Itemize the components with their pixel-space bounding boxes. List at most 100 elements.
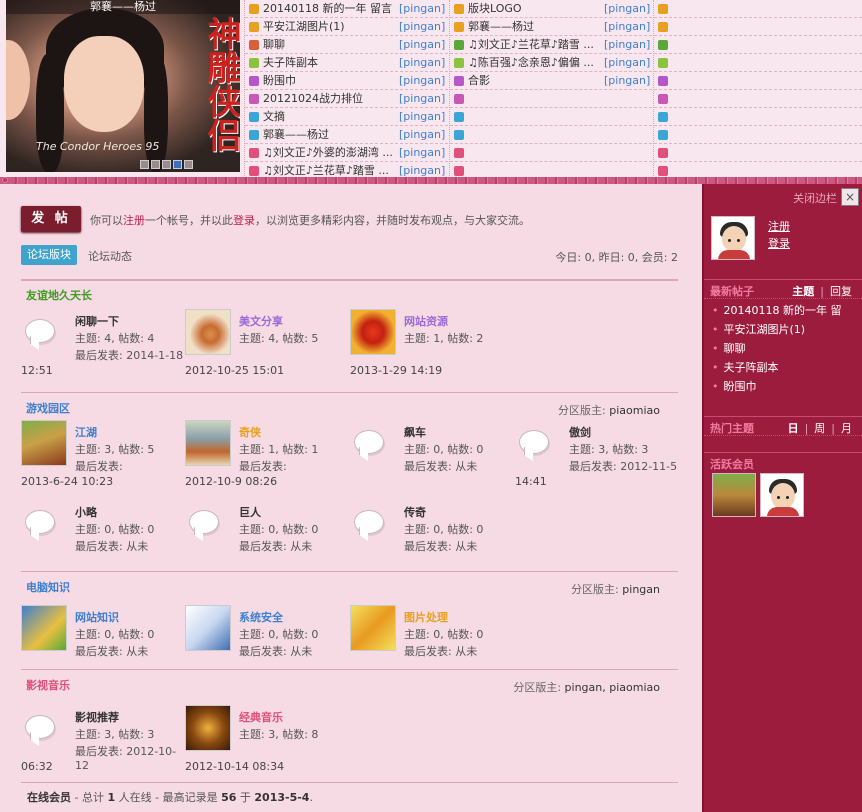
thread-author[interactable]: [pingan] [399,0,445,18]
thread-title[interactable]: 聊聊 [263,36,285,54]
sidebar-post-link[interactable]: 聊聊 [712,339,858,358]
thread-author[interactable]: [pingan] [399,108,445,126]
thread-author[interactable]: [pingan] [399,144,445,162]
thread-title[interactable]: 版块LOGO [468,0,522,18]
moderators-names[interactable]: pingan [622,583,660,596]
thread-row[interactable] [658,36,672,54]
forum-item[interactable]: 巨人 主题: 0, 帖数: 0 最后发表: 从未 [185,500,350,580]
forum-name[interactable]: 巨人 [239,504,261,520]
thread-author[interactable]: [pingan] [604,36,650,54]
forum-name[interactable]: 影视推荐 [75,709,119,725]
slideshow-dots[interactable]: 12345 [140,160,193,169]
member-avatar-2[interactable] [760,473,804,517]
thread-row[interactable] [658,18,672,36]
thread-author[interactable]: [pingan] [399,126,445,144]
thread-title[interactable]: 盼围巾 [263,72,296,90]
thread-title[interactable]: 文摘 [263,108,285,126]
forum-item[interactable]: 奇侠 主题: 1, 帖数: 1 最后发表: 2012-10-9 08:26 [185,420,350,500]
section-title[interactable]: 影视音乐 [26,677,70,693]
section-title[interactable]: 电脑知识 [26,579,70,595]
slide-dot[interactable]: 3 [162,160,171,169]
thread-row[interactable]: 夫子阵副本 [pingan] [249,54,445,72]
tab-topics[interactable]: 主题 [786,285,820,298]
thread-author[interactable]: [pingan] [399,36,445,54]
forum-name[interactable]: 傲剑 [569,424,591,440]
thread-author[interactable]: [pingan] [399,18,445,36]
forum-item[interactable]: 闲聊一下 主题: 4, 帖数: 4 最后发表: 2014-1-18 12:51 [21,309,186,389]
forum-name[interactable]: 网站资源 [404,313,448,329]
thread-title[interactable]: 20140118 新的一年 留言 [263,0,392,18]
thread-row[interactable] [658,126,672,144]
forum-name[interactable]: 系统安全 [239,609,283,625]
forum-item[interactable]: 小略 主题: 0, 帖数: 0 最后发表: 从未 [21,500,186,580]
thread-row[interactable]: 聊聊 [pingan] [249,36,445,54]
thread-row[interactable] [658,108,672,126]
close-icon[interactable]: × [841,188,859,206]
tab-month[interactable]: 月 [835,422,858,435]
section-title[interactable]: 游戏园区 [26,400,70,416]
thread-title[interactable]: 夫子阵副本 [263,54,318,72]
sidebar-post-link[interactable]: 盼围巾 [712,377,858,396]
thread-row[interactable] [658,144,672,162]
thread-row[interactable] [658,72,672,90]
thread-row[interactable]: 平安江湖图片(1) [pingan] [249,18,445,36]
close-sidebar-link[interactable]: 关闭边栏 [793,190,837,206]
thread-title[interactable]: 平安江湖图片(1) [263,18,345,36]
slide-dot[interactable]: 2 [151,160,160,169]
thread-row[interactable] [658,90,672,108]
thread-author[interactable]: [pingan] [604,54,650,72]
forum-item[interactable]: 传奇 主题: 0, 帖数: 0 最后发表: 从未 [350,500,515,580]
thread-row[interactable]: ♫刘文正♪兰花草♪踏雪 ... [pingan] [454,36,650,54]
thread-row[interactable]: 20140118 新的一年 留言 [pingan] [249,0,445,18]
thread-row[interactable] [454,108,650,126]
thread-row[interactable]: 版块LOGO [pingan] [454,0,650,18]
slide-dot[interactable]: 5 [184,160,193,169]
slide-dot[interactable]: 4 [173,160,182,169]
thread-row[interactable]: 郭襄——杨过 [pingan] [249,126,445,144]
thread-row[interactable] [454,126,650,144]
forum-item[interactable]: 网站资源 主题: 1, 帖数: 2 2013-1-29 14:19 [350,309,515,389]
thread-row[interactable]: ♫刘文正♪外婆的澎湖湾 ... [pingan] [249,144,445,162]
section-title[interactable]: 友谊地久天长 [26,287,92,303]
thread-title[interactable]: 郭襄——杨过 [263,126,329,144]
forum-item[interactable]: 经典音乐 主题: 3, 帖数: 8 2012-10-14 08:34 [185,705,350,785]
post-button[interactable]: 发 帖 [21,206,81,232]
moderators-names[interactable]: pingan, piaomiao [565,681,660,694]
forum-item[interactable]: 美文分享 主题: 4, 帖数: 5 2012-10-25 15:01 [185,309,350,389]
thread-row[interactable]: 20121024战力排位 [pingan] [249,90,445,108]
tab-day[interactable]: 日 [782,422,805,435]
thread-row[interactable]: 盼围巾 [pingan] [249,72,445,90]
thread-title[interactable]: ♫陈百强♪念亲恩♪偏偏 ... [468,54,594,72]
tab-forum-sections[interactable]: 论坛版块 [21,245,77,265]
forum-item[interactable]: 江湖 主题: 3, 帖数: 5 最后发表: 2013-6-24 10:23 [21,420,186,500]
forum-name[interactable]: 美文分享 [239,313,283,329]
thread-title[interactable]: 合影 [468,72,490,90]
forum-name[interactable]: 图片处理 [404,609,448,625]
thread-author[interactable]: [pingan] [399,54,445,72]
thread-title[interactable]: 郭襄——杨过 [468,18,534,36]
thread-row[interactable] [658,54,672,72]
forum-name[interactable]: 小略 [75,504,97,520]
avatar[interactable] [711,216,755,260]
tab-week[interactable]: 周 [808,422,831,435]
thread-title[interactable]: ♫刘文正♪外婆的澎湖湾 ... [263,144,393,162]
thread-author[interactable]: [pingan] [604,18,650,36]
member-avatar-1[interactable] [712,473,756,517]
sidebar-login-link[interactable]: 登录 [768,235,790,251]
tab-replies[interactable]: 回复 [824,285,858,298]
sidebar-post-link[interactable]: 20140118 新的一年 留 [712,301,858,320]
forum-name[interactable]: 飙车 [404,424,426,440]
forum-name[interactable]: 闲聊一下 [75,313,119,329]
thread-row[interactable]: 文摘 [pingan] [249,108,445,126]
forum-name[interactable]: 江湖 [75,424,97,440]
slide-dot[interactable]: 1 [140,160,149,169]
thread-row[interactable]: 郭襄——杨过 [pingan] [454,18,650,36]
thread-title[interactable]: 20121024战力排位 [263,90,363,108]
thread-row[interactable] [658,0,672,18]
notice-register-link[interactable]: 注册 [123,214,145,227]
sidebar-register-link[interactable]: 注册 [768,218,790,234]
notice-login-link[interactable]: 登录 [233,214,255,227]
thread-author[interactable]: [pingan] [399,90,445,108]
thread-row[interactable]: ♫陈百强♪念亲恩♪偏偏 ... [pingan] [454,54,650,72]
thread-row[interactable] [454,144,650,162]
